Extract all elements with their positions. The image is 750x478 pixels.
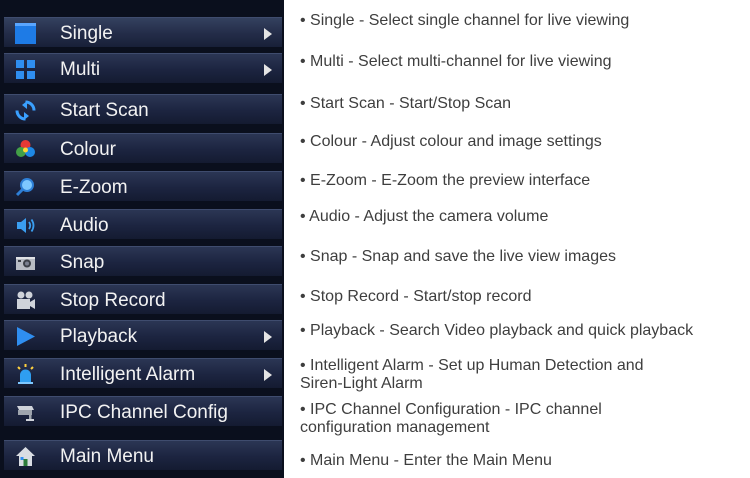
color-wheel-icon	[15, 139, 36, 160]
menu-item-single[interactable]: Single	[4, 17, 282, 48]
scan-icon	[15, 100, 36, 121]
menu-item-label: Single	[60, 23, 113, 44]
menu-item-label: Colour	[60, 139, 116, 160]
description-line: • E-Zoom - E-Zoom the preview interface	[300, 172, 591, 189]
menu-item-label: Intelligent Alarm	[60, 364, 196, 385]
menu-item-audio[interactable]: Audio	[4, 209, 282, 240]
menu-item-label: IPC Channel Config	[60, 402, 228, 423]
menu-item-colour[interactable]: Colour	[4, 133, 282, 164]
home-icon	[15, 446, 36, 467]
menu-item-playback[interactable]: Playback	[4, 320, 282, 351]
menu-item-main-menu[interactable]: Main Menu	[4, 440, 282, 471]
submenu-arrow-icon	[264, 28, 272, 40]
menu-item-label: Audio	[60, 215, 109, 236]
menu-item-label: Stop Record	[60, 290, 166, 311]
description-playback: • Playback - Search Video playback and q…	[300, 322, 748, 340]
description-line: • Multi - Select multi-channel for live …	[300, 53, 612, 70]
live-view-context-menu: Single Multi Start Scan Colour E-Zoom Au…	[0, 0, 284, 478]
menu-item-label: Multi	[60, 59, 101, 80]
description-line: • Single - Select single channel for liv…	[300, 12, 630, 29]
description-line: • Main Menu - Enter the Main Menu	[300, 452, 552, 469]
menu-item-label: Playback	[60, 326, 138, 347]
record-icon	[15, 290, 36, 311]
description-single: • Single - Select single channel for liv…	[300, 12, 748, 30]
menu-item-stop-record[interactable]: Stop Record	[4, 284, 282, 315]
speaker-icon	[15, 215, 36, 236]
alarm-light-icon	[15, 364, 36, 385]
menu-item-ipc-channel-config[interactable]: IPC Channel Config	[4, 396, 282, 427]
magnifier-icon	[15, 177, 36, 198]
grid-icon	[15, 59, 36, 80]
menu-item-multi[interactable]: Multi	[4, 53, 282, 84]
menu-item-intelligent-alarm[interactable]: Intelligent Alarm	[4, 358, 282, 389]
description-line: • IPC Channel Configuration - IPC channe…	[300, 401, 602, 418]
square-icon	[15, 23, 36, 44]
description-stop-record: • Stop Record - Start/stop record	[300, 288, 748, 306]
description-line: • Stop Record - Start/stop record	[300, 288, 532, 305]
description-line: • Snap - Snap and save the live view ima…	[300, 248, 616, 265]
description-ipc-channel-config: • IPC Channel Configuration - IPC channe…	[300, 401, 748, 437]
menu-item-label: Start Scan	[60, 100, 149, 121]
description-line: • Intelligent Alarm - Set up Human Detec…	[300, 357, 644, 374]
description-audio: • Audio - Adjust the camera volume	[300, 208, 748, 226]
menu-item-start-scan[interactable]: Start Scan	[4, 94, 282, 125]
menu-item-snap[interactable]: Snap	[4, 246, 282, 277]
description-start-scan: • Start Scan - Start/Stop Scan	[300, 95, 748, 113]
menu-item-label: E-Zoom	[60, 177, 128, 198]
ip-camera-icon	[15, 402, 36, 423]
description-line: configuration management	[300, 419, 490, 436]
menu-item-label: Main Menu	[60, 446, 154, 467]
submenu-arrow-icon	[264, 331, 272, 343]
description-e-zoom: • E-Zoom - E-Zoom the preview interface	[300, 172, 748, 190]
description-main-menu: • Main Menu - Enter the Main Menu	[300, 452, 748, 470]
description-snap: • Snap - Snap and save the live view ima…	[300, 248, 748, 266]
description-line: • Audio - Adjust the camera volume	[300, 208, 549, 225]
camera-icon	[15, 252, 36, 273]
menu-item-label: Snap	[60, 252, 105, 273]
play-icon	[15, 326, 36, 347]
submenu-arrow-icon	[264, 64, 272, 76]
description-multi: • Multi - Select multi-channel for live …	[300, 53, 748, 71]
description-line: • Colour - Adjust colour and image setti…	[300, 133, 602, 150]
description-intelligent-alarm: • Intelligent Alarm - Set up Human Detec…	[300, 357, 748, 393]
menu-item-e-zoom[interactable]: E-Zoom	[4, 171, 282, 202]
description-colour: • Colour - Adjust colour and image setti…	[300, 133, 748, 151]
description-line: • Playback - Search Video playback and q…	[300, 322, 694, 339]
submenu-arrow-icon	[264, 369, 272, 381]
description-line: • Start Scan - Start/Stop Scan	[300, 95, 512, 112]
description-line: Siren-Light Alarm	[300, 375, 423, 392]
